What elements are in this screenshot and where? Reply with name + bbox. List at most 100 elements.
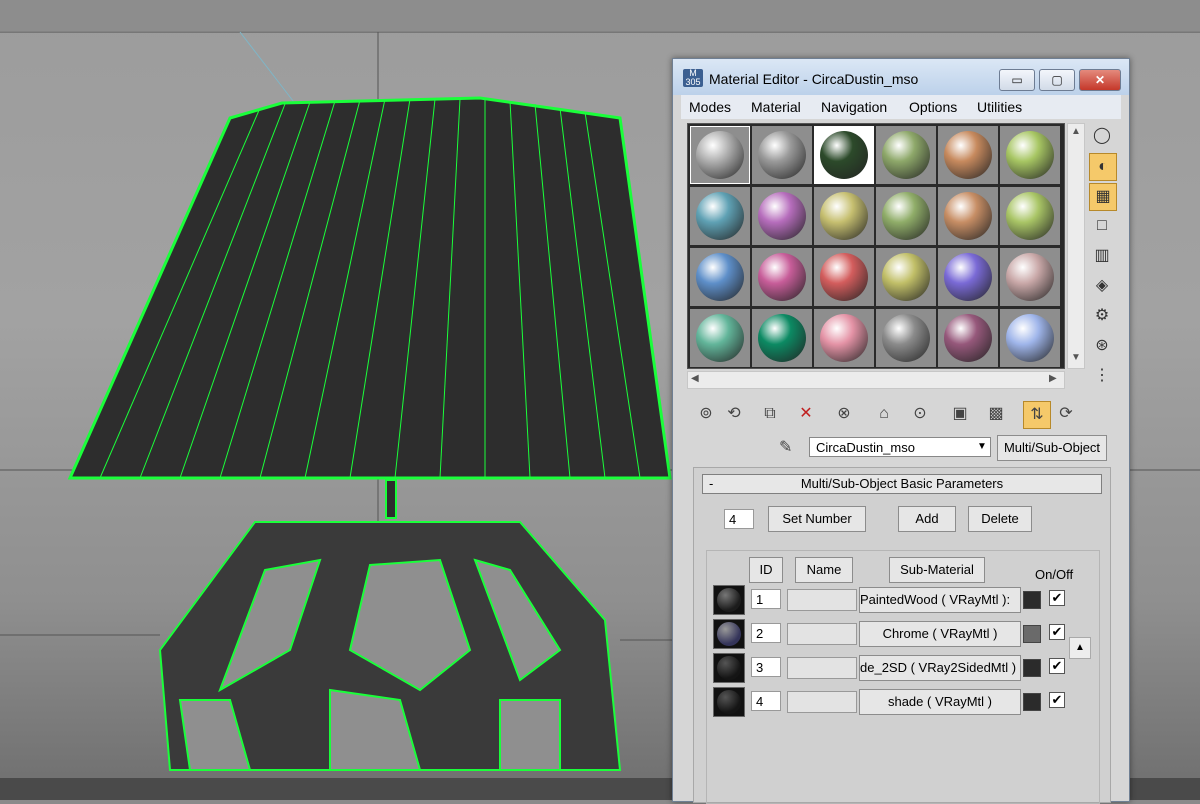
chevron-down-icon[interactable]: ▼ <box>973 437 991 457</box>
menu-options[interactable]: Options <box>909 99 957 115</box>
horizontal-scrollbar[interactable]: ◀ ▶ <box>687 371 1065 389</box>
reset-map-icon[interactable]: ✕ <box>793 401 819 427</box>
menu-navigation[interactable]: Navigation <box>821 99 887 115</box>
material-slot[interactable] <box>814 126 874 184</box>
row-on-checkbox[interactable]: ✔ <box>1049 590 1065 606</box>
checker-background-icon[interactable]: ▦ <box>1089 183 1117 211</box>
set-number-button[interactable]: Set Number <box>768 506 866 532</box>
minimize-button[interactable]: ▭ <box>999 69 1035 91</box>
row-sub-material-button[interactable]: Chrome ( VRayMtl ) <box>859 621 1021 647</box>
eyedropper-icon[interactable]: ✎ <box>779 437 792 457</box>
row-id-field[interactable]: 1 <box>751 589 781 609</box>
video-color-check-icon[interactable]: ▥ <box>1089 243 1115 269</box>
material-effects-channel-icon[interactable]: ⊙ <box>907 401 933 427</box>
material-slot[interactable] <box>752 126 812 184</box>
column-sub-material-button[interactable]: Sub-Material <box>889 557 985 583</box>
material-type-button[interactable]: Multi/Sub-Object <box>997 435 1107 461</box>
scroll-right-icon[interactable]: ▶ <box>1049 373 1057 384</box>
material-slot[interactable] <box>876 187 936 245</box>
row-on-checkbox[interactable]: ✔ <box>1049 692 1065 708</box>
sub-material-thumbnail[interactable] <box>713 585 745 615</box>
assign-material-icon[interactable]: ⧉ <box>757 401 783 427</box>
row-on-checkbox[interactable]: ✔ <box>1049 658 1065 674</box>
row-name-field[interactable] <box>787 657 857 679</box>
material-slot[interactable] <box>1000 309 1060 367</box>
material-sphere <box>758 253 806 301</box>
show-end-result-icon[interactable]: ▩ <box>983 401 1009 427</box>
add-button[interactable]: Add <box>898 506 956 532</box>
material-sphere <box>1006 253 1054 301</box>
row-color-swatch[interactable] <box>1023 625 1041 643</box>
material-slot[interactable] <box>876 248 936 306</box>
scroll-down-icon[interactable]: ▼ <box>1071 352 1081 363</box>
row-sub-material-button[interactable]: de_2SD ( VRay2SidedMtl ) <box>859 655 1021 681</box>
row-color-swatch[interactable] <box>1023 693 1041 711</box>
rollout-title: Multi/Sub-Object Basic Parameters <box>800 476 1004 491</box>
row-name-field[interactable] <box>787 691 857 713</box>
menu-material[interactable]: Material <box>751 99 801 115</box>
material-slot[interactable] <box>938 126 998 184</box>
maximize-button[interactable]: ▢ <box>1039 69 1075 91</box>
sub-material-thumbnail[interactable] <box>713 687 745 717</box>
title-bar[interactable]: M 305 Material Editor - CircaDustin_mso … <box>673 59 1129 95</box>
material-name-field[interactable]: CircaDustin_mso <box>809 437 991 457</box>
row-color-swatch[interactable] <box>1023 591 1041 609</box>
sub-material-thumbnail[interactable] <box>713 653 745 683</box>
material-slot[interactable] <box>690 248 750 306</box>
material-slot[interactable] <box>938 187 998 245</box>
column-name-button[interactable]: Name <box>795 557 853 583</box>
column-id-button[interactable]: ID <box>749 557 783 583</box>
options-icon[interactable]: ⚙ <box>1089 303 1115 329</box>
delete-button[interactable]: Delete <box>968 506 1032 532</box>
material-slot[interactable] <box>1000 126 1060 184</box>
sample-sphere-icon[interactable]: ◯ <box>1089 123 1115 149</box>
get-material-icon[interactable]: ⊚ <box>693 401 719 427</box>
show-shaded-material-icon[interactable]: ▣ <box>947 401 973 427</box>
row-sub-material-button[interactable]: shade ( VRayMtl ) <box>859 689 1021 715</box>
sub-material-thumbnail[interactable] <box>713 619 745 649</box>
rollout-header[interactable]: - Multi/Sub-Object Basic Parameters <box>702 474 1102 494</box>
row-on-checkbox[interactable]: ✔ <box>1049 624 1065 640</box>
scroll-left-icon[interactable]: ◀ <box>691 373 699 384</box>
material-navigator-icon[interactable]: ⋮ <box>1089 363 1115 389</box>
menu-utilities[interactable]: Utilities <box>977 99 1022 115</box>
backlight-icon[interactable]: ◐ <box>1089 153 1117 181</box>
select-by-material-icon[interactable]: ⊛ <box>1089 333 1115 359</box>
row-id-field[interactable]: 4 <box>751 691 781 711</box>
material-slot[interactable] <box>876 309 936 367</box>
row-sub-material-button[interactable]: :PaintedWood ( VRayMtl ) <box>859 587 1021 613</box>
material-slot[interactable] <box>876 126 936 184</box>
make-unique-icon[interactable]: ⊗ <box>831 401 857 427</box>
menu-modes[interactable]: Modes <box>689 99 731 115</box>
material-slot[interactable] <box>690 187 750 245</box>
sample-slot-grid <box>687 123 1065 369</box>
put-to-scene-icon[interactable]: ⟲ <box>721 401 747 427</box>
go-forward-icon[interactable]: ⟳ <box>1053 401 1079 427</box>
row-name-field[interactable] <box>787 623 857 645</box>
row-id-field[interactable]: 2 <box>751 623 781 643</box>
scroll-up-icon[interactable]: ▲ <box>1071 126 1081 137</box>
row-color-swatch[interactable] <box>1023 659 1041 677</box>
row-name-field[interactable] <box>787 589 857 611</box>
material-slot[interactable] <box>752 248 812 306</box>
close-button[interactable]: ✕ <box>1079 69 1121 91</box>
material-slot[interactable] <box>814 309 874 367</box>
vertical-scrollbar[interactable]: ▲ ▼ <box>1067 123 1085 369</box>
sample-uv-icon[interactable]: □ <box>1089 213 1115 239</box>
put-to-library-icon[interactable]: ⌂ <box>871 401 897 427</box>
make-preview-icon[interactable]: ◈ <box>1089 273 1115 299</box>
material-slot[interactable] <box>1000 248 1060 306</box>
material-slot[interactable] <box>938 248 998 306</box>
material-slot[interactable] <box>690 309 750 367</box>
material-slot[interactable] <box>752 187 812 245</box>
material-slot[interactable] <box>814 248 874 306</box>
material-slot[interactable] <box>752 309 812 367</box>
material-slot[interactable] <box>938 309 998 367</box>
row-id-field[interactable]: 3 <box>751 657 781 677</box>
material-slot[interactable] <box>690 126 750 184</box>
count-field[interactable]: 4 <box>724 509 754 529</box>
go-to-parent-icon[interactable]: ⇅ <box>1023 401 1051 429</box>
material-slot[interactable] <box>1000 187 1060 245</box>
material-slot[interactable] <box>814 187 874 245</box>
material-sphere <box>944 314 992 362</box>
